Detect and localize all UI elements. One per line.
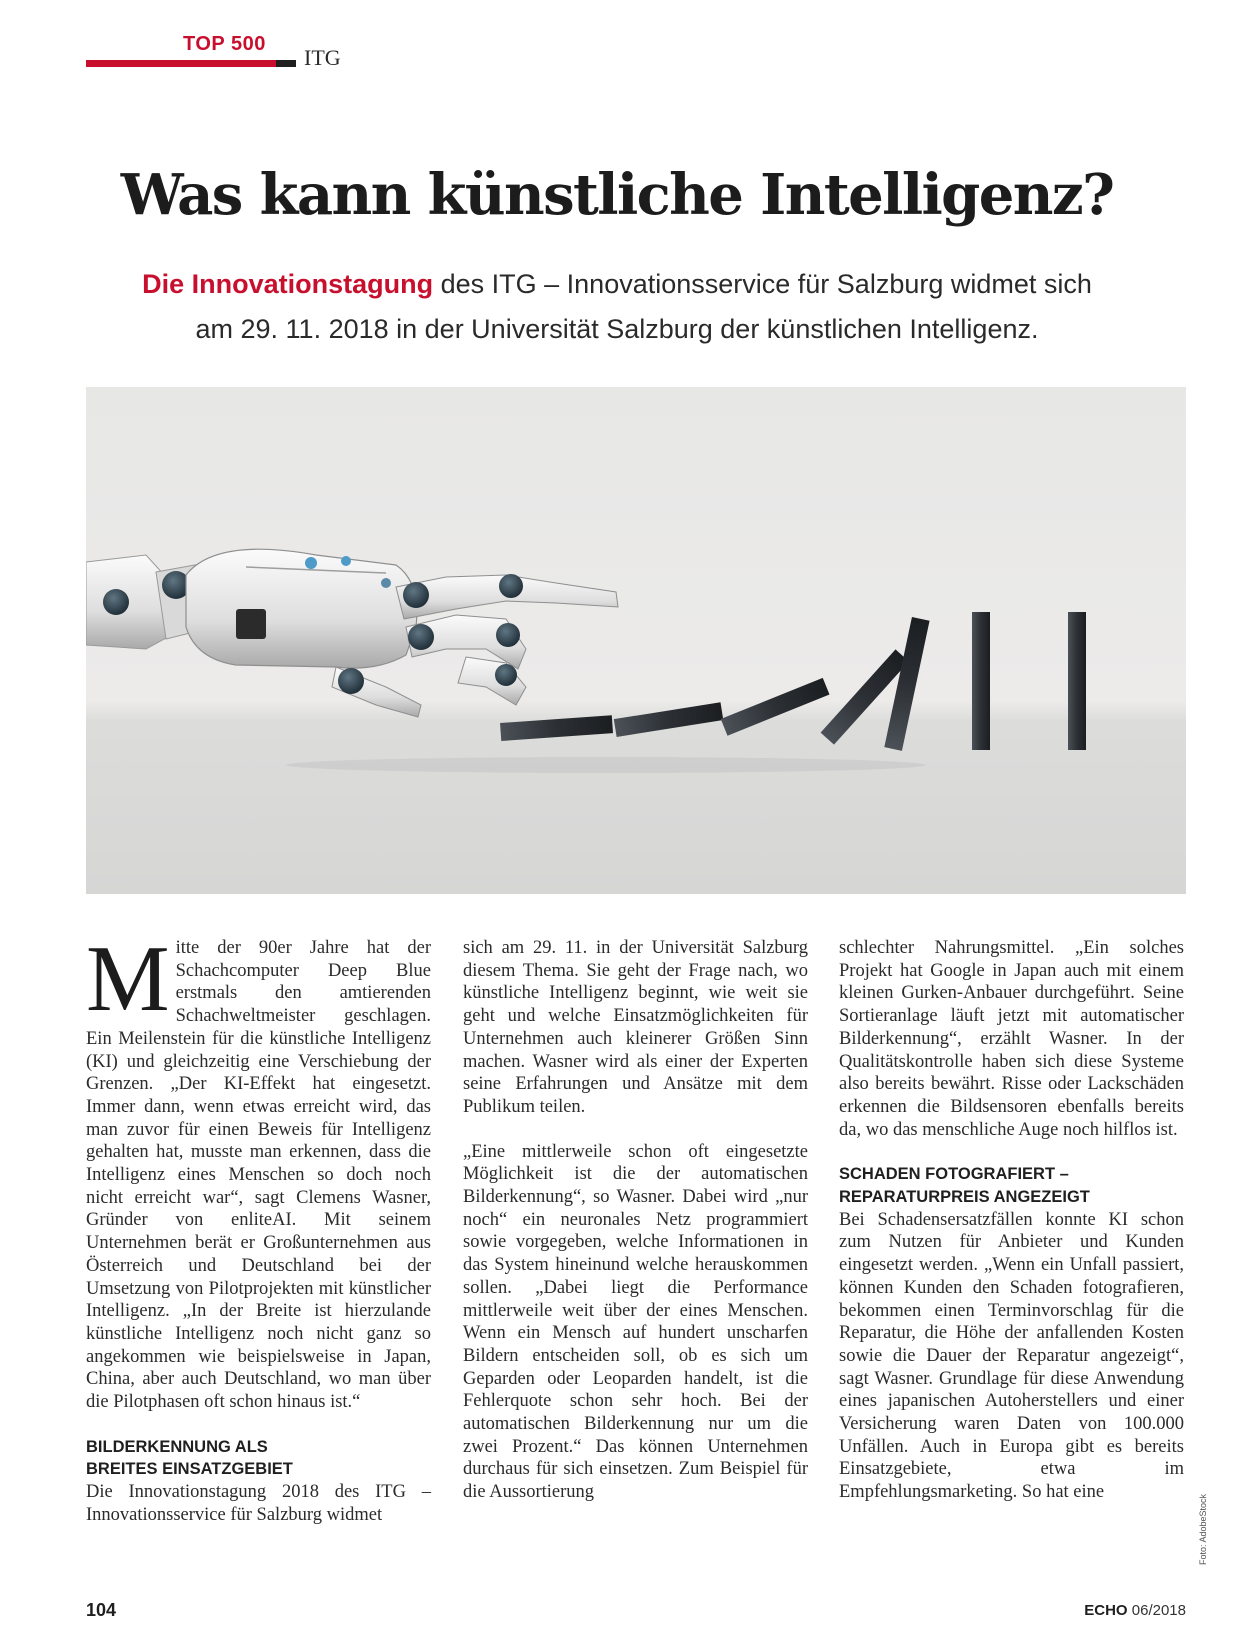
paragraph: schlechter Nahrungsmittel. „Ein solches … — [839, 938, 1184, 1140]
article-column-1: Mitte der 90er Jahre hat der Schachcompu… — [86, 927, 431, 1527]
magazine-issue: ECHO 06/2018 — [1084, 1602, 1186, 1619]
section-label: TOP 500 — [183, 33, 266, 55]
paragraph: „Eine mittlerweile schon oft eingesetzte… — [463, 1141, 808, 1503]
article-deck: Die Innovationstagung des ITG – Innovati… — [100, 262, 1134, 352]
paragraph: sich am 29. 11. in der Universität Salzb… — [463, 938, 808, 1117]
page-number: 104 — [86, 1600, 117, 1620]
subheading: BILDERKENNUNG ALS BREITES EINSATZGEBIET — [86, 1436, 431, 1481]
article-column-3: schlechter Nahrungsmittel. „Ein solches … — [839, 937, 1184, 1504]
hero-image — [86, 387, 1186, 894]
deck-highlight: Die Innovationstagung — [142, 269, 434, 299]
photo-credit: Foto: AdobeStock — [1198, 1493, 1208, 1565]
category-label: ITG — [304, 45, 341, 70]
subheading-line: SCHADEN FOTOGRAFIERT – — [839, 1165, 1069, 1184]
subheading-line: REPARATURPREIS ANGEZEIGT — [839, 1188, 1090, 1207]
issue-number: 06/2018 — [1131, 1602, 1186, 1619]
drop-cap: M — [86, 927, 170, 1031]
deck-line1: des ITG – Innovationsservice für Salzbur… — [433, 269, 1092, 299]
magazine-name: ECHO — [1084, 1602, 1128, 1619]
section-rule — [86, 60, 296, 67]
deck-line2: am 29. 11. 2018 in der Universität Salzb… — [195, 314, 1039, 344]
subheading: SCHADEN FOTOGRAFIERT – REPARATURPREIS AN… — [839, 1163, 1184, 1208]
subheading-line: BREITES EINSATZGEBIET — [86, 1460, 293, 1479]
subheading-line: BILDERKENNUNG ALS — [86, 1437, 268, 1456]
article-column-2: sich am 29. 11. in der Universität Salzb… — [463, 937, 808, 1504]
paragraph: Mitte der 90er Jahre hat der Schachcompu… — [86, 927, 431, 1414]
paragraph: Die Innovationstagung 2018 des ITG – Inn… — [86, 1482, 431, 1525]
paragraph: Bei Schadensersatzfällen konnte KI schon… — [839, 1209, 1184, 1503]
article-title: Was kann künstliche Intelligenz? — [120, 162, 1115, 228]
